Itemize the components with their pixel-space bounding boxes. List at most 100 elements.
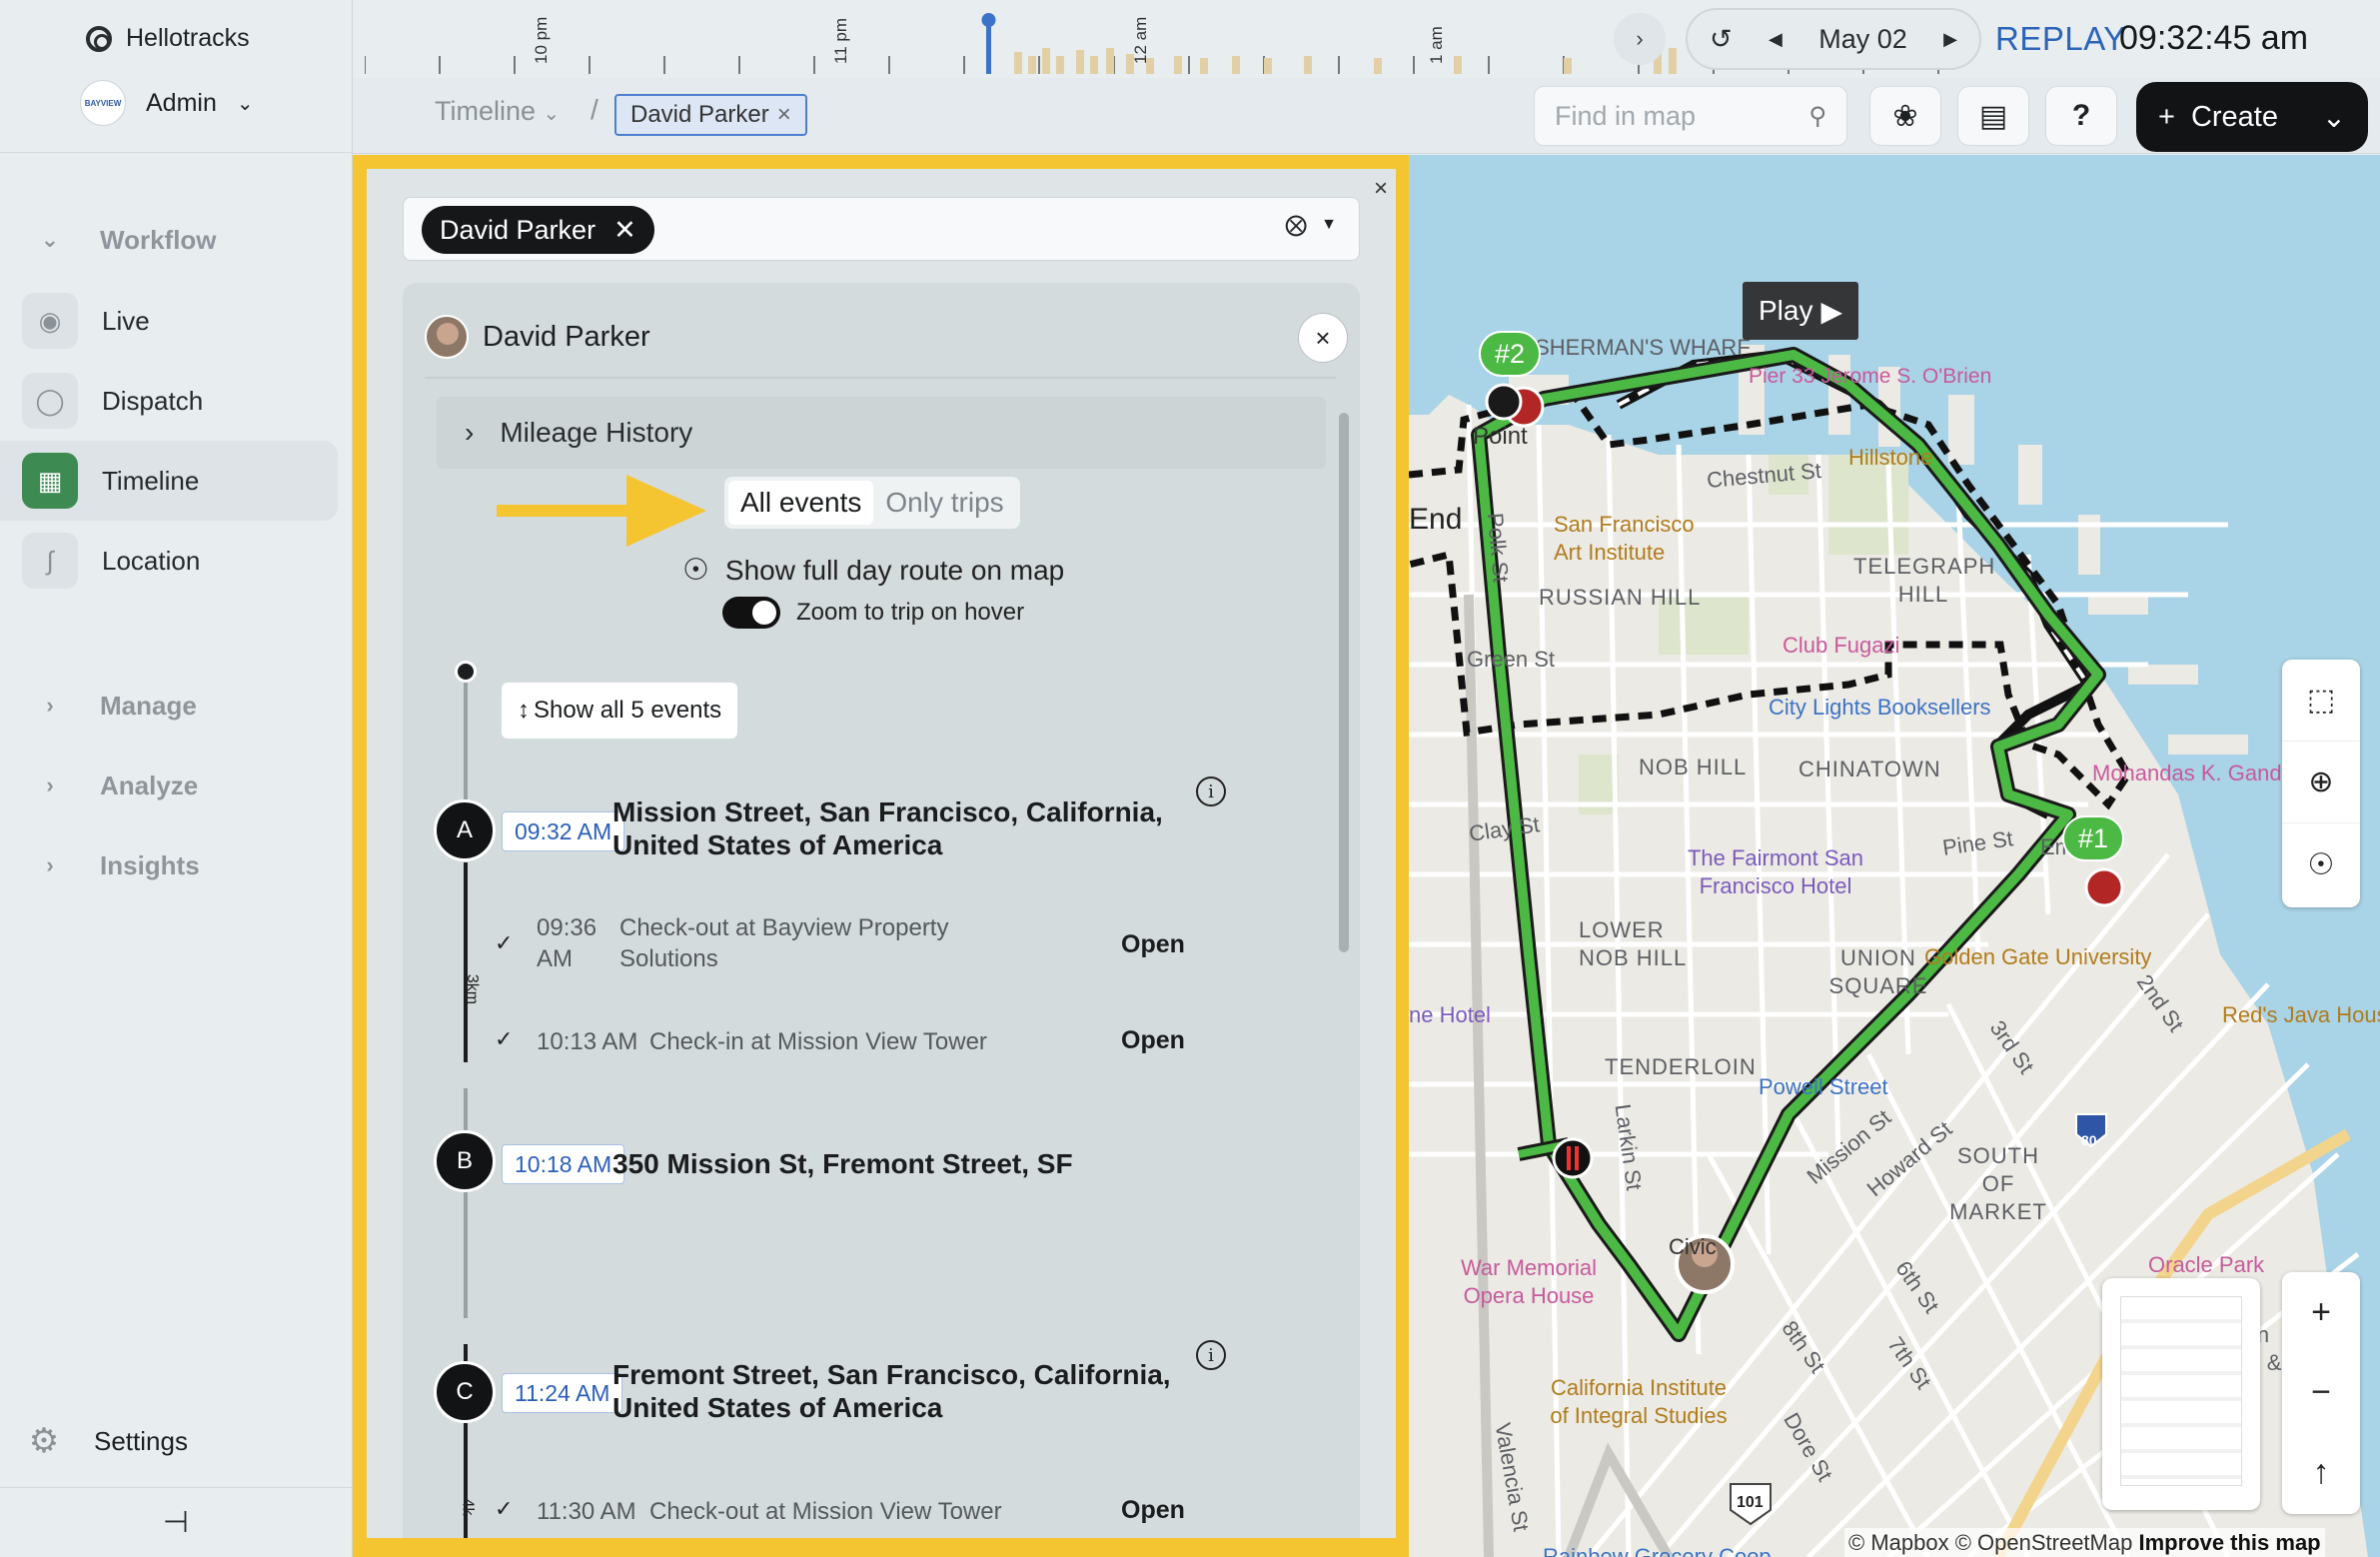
map-label: Mohandas K. Gandhi	[2092, 761, 2299, 785]
nav-group-workflow[interactable]: ⌄ Workflow	[0, 210, 353, 270]
freeway-shield-label: 80	[2081, 1132, 2097, 1148]
attribution-text: © Mapbox © OpenStreetMap	[1848, 1530, 2133, 1555]
nav-group-label: Manage	[100, 690, 197, 721]
sidebar-item-location[interactable]: ∫ Location	[0, 521, 338, 601]
map-label: Civic	[1669, 1234, 1717, 1259]
ai-assistant-button[interactable]: ❀	[1869, 86, 1941, 146]
event-open-link[interactable]: Open	[1121, 1496, 1185, 1525]
plus-icon: +	[2311, 1292, 2331, 1331]
trip-marker[interactable]: #2	[1479, 331, 1542, 377]
selected-person-chip[interactable]: David Parker ✕	[422, 206, 654, 254]
divider	[0, 152, 352, 153]
stop-time[interactable]: 10:18 AM	[502, 1144, 625, 1184]
nav-group-insights[interactable]: › Insights	[0, 835, 353, 895]
clear-icon[interactable]: ⨂	[1285, 212, 1307, 238]
arrow-up-icon: ↑	[2312, 1452, 2330, 1491]
event-open-link[interactable]: Open	[1121, 930, 1185, 959]
sidebar-item-timeline[interactable]: ▦ Timeline	[0, 441, 338, 521]
close-icon[interactable]: ✕	[613, 215, 636, 246]
stop-marker-c: C	[434, 1361, 496, 1423]
zoom-on-hover-toggle[interactable]	[722, 597, 780, 629]
nav-group-analyze[interactable]: › Analyze	[0, 756, 353, 815]
chevron-down-icon[interactable]: ⌄	[2322, 100, 2346, 135]
sidebar-item-dispatch[interactable]: ◯ Dispatch	[0, 361, 338, 441]
caret-down-icon[interactable]: ▼	[1321, 216, 1337, 234]
eye-icon: ☉	[682, 554, 709, 587]
stop-address[interactable]: Mission Street, San Francisco, Californi…	[612, 795, 1202, 861]
current-date: May 02	[1818, 23, 1907, 54]
stop-address[interactable]: Fremont Street, San Francisco, Californi…	[612, 1358, 1202, 1424]
tick-label: 1 am	[1427, 26, 1446, 64]
mileage-history-toggle[interactable]: › Mileage History	[437, 397, 1326, 469]
prev-day-icon[interactable]: ◀	[1769, 29, 1783, 50]
breadcrumb-filter-tag[interactable]: David Parker ×	[614, 94, 807, 136]
map-label: Rainbow Grocery Coop	[1543, 1544, 1772, 1557]
show-full-route-toggle[interactable]: ☉ Show full day route on map	[682, 553, 1064, 588]
zoom-in-button[interactable]: +	[2282, 1272, 2360, 1352]
close-person-button[interactable]: ×	[1298, 313, 1348, 363]
map-label: Golden Gate University	[1924, 944, 2152, 969]
sidebar-item-label: Dispatch	[102, 385, 204, 416]
event-open-link[interactable]: Open	[1121, 1026, 1185, 1055]
map-search-input[interactable]: Find in map ⚲	[1534, 86, 1847, 146]
event-filter-segment[interactable]: All events Only trips	[724, 477, 1020, 529]
account-switcher[interactable]: BAYVIEW Admin ⌄	[80, 80, 254, 126]
event-row[interactable]: ✓ 10:13 AM Check-in at Mission View Towe…	[495, 1026, 1294, 1066]
event-row[interactable]: ✓ 09:36 AM Check-out at Bayview Property…	[495, 912, 1294, 982]
help-button[interactable]: ?	[2045, 86, 2117, 146]
breadcrumb[interactable]: Timeline ⌄	[435, 96, 560, 127]
segment-all-events[interactable]: All events	[728, 481, 874, 525]
add-location-icon: ⊕	[2308, 766, 2334, 798]
play-button[interactable]: Play ▶	[1743, 282, 1858, 340]
nav-group-manage[interactable]: › Manage	[0, 676, 353, 736]
segment-only-trips[interactable]: Only trips	[873, 481, 1015, 525]
zoom-out-button[interactable]: −	[2282, 1352, 2360, 1432]
timeline-forward-button[interactable]: ›	[1614, 13, 1666, 65]
minus-icon: −	[2311, 1372, 2331, 1411]
stop-time[interactable]: 09:32 AM	[502, 811, 625, 851]
reset-date-icon[interactable]: ↺	[1710, 24, 1733, 55]
close-icon[interactable]: ×	[777, 101, 791, 129]
replay-clock: 09:32:45 am	[2119, 19, 2309, 57]
stop-address[interactable]: 350 Mission St, Fremont Street, SF	[612, 1147, 1202, 1180]
create-button[interactable]: + Create ⌄	[2136, 82, 2368, 152]
search-placeholder: Find in map	[1555, 100, 1697, 131]
event-text: Check-out at Mission View Tower	[649, 1498, 1002, 1525]
collapse-sidebar-button[interactable]: ⊣	[0, 1487, 352, 1557]
stop-time[interactable]: 11:24 AM	[502, 1373, 623, 1413]
map-label: SOUTH OF MARKET	[1949, 1143, 2047, 1224]
highlight-arrow-icon	[497, 475, 706, 547]
sidebar-item-live[interactable]: ◉ Live	[0, 281, 338, 361]
close-icon[interactable]: ×	[1374, 175, 1388, 203]
improve-map-link[interactable]: Improve this map	[2138, 1530, 2320, 1555]
map[interactable]: ISHERMAN'S WHARF Pier 33 Jerome S. O'Bri…	[1409, 155, 2380, 1557]
sidebar-item-settings[interactable]: ⚙ Settings	[22, 1419, 188, 1463]
layers-panel-thumbnail[interactable]	[2102, 1278, 2260, 1510]
trip-marker[interactable]: #1	[2062, 815, 2125, 861]
double-check-icon: ✓	[495, 1496, 514, 1521]
person-name: David Parker	[483, 320, 650, 353]
zoom-toggle-label: Zoom to trip on hover	[796, 599, 1025, 626]
person-select[interactable]: David Parker ✕ ⨂ ▼	[403, 197, 1360, 261]
visibility-button[interactable]: ☉	[2282, 823, 2360, 905]
map-label: Club Fugazi	[1783, 633, 1900, 658]
info-icon[interactable]: i	[1196, 777, 1226, 806]
nav-group-label: Insights	[100, 849, 200, 880]
add-location-button[interactable]: ⊕	[2282, 742, 2360, 823]
next-day-icon[interactable]: ▶	[1943, 29, 1957, 50]
box-select-button[interactable]: ⬚	[2282, 660, 2360, 742]
messages-button[interactable]: ▤	[1957, 86, 2029, 146]
show-all-label: Show all 5 events	[534, 697, 722, 724]
settings-label: Settings	[94, 1425, 188, 1456]
tick-label: 12 am	[1131, 17, 1150, 64]
gear-icon: ⚙	[28, 1422, 60, 1460]
reset-north-button[interactable]: ↑	[2282, 1432, 2360, 1512]
date-picker[interactable]: ↺ ◀ May 02 ▶	[1686, 8, 1981, 70]
map-label: Pier 33 Jerome S. O'Brien	[1749, 365, 1992, 388]
event-row[interactable]: ✓ 11:30 AM Check-out at Mission View Tow…	[495, 1496, 1294, 1536]
info-icon[interactable]: i	[1196, 1340, 1226, 1370]
app-brand[interactable]: Hellotracks	[86, 24, 250, 53]
scrollbar[interactable]	[1339, 413, 1349, 952]
show-all-events-button[interactable]: ↕ Show all 5 events	[502, 683, 738, 739]
pin-icon: ⊣	[162, 1506, 190, 1539]
